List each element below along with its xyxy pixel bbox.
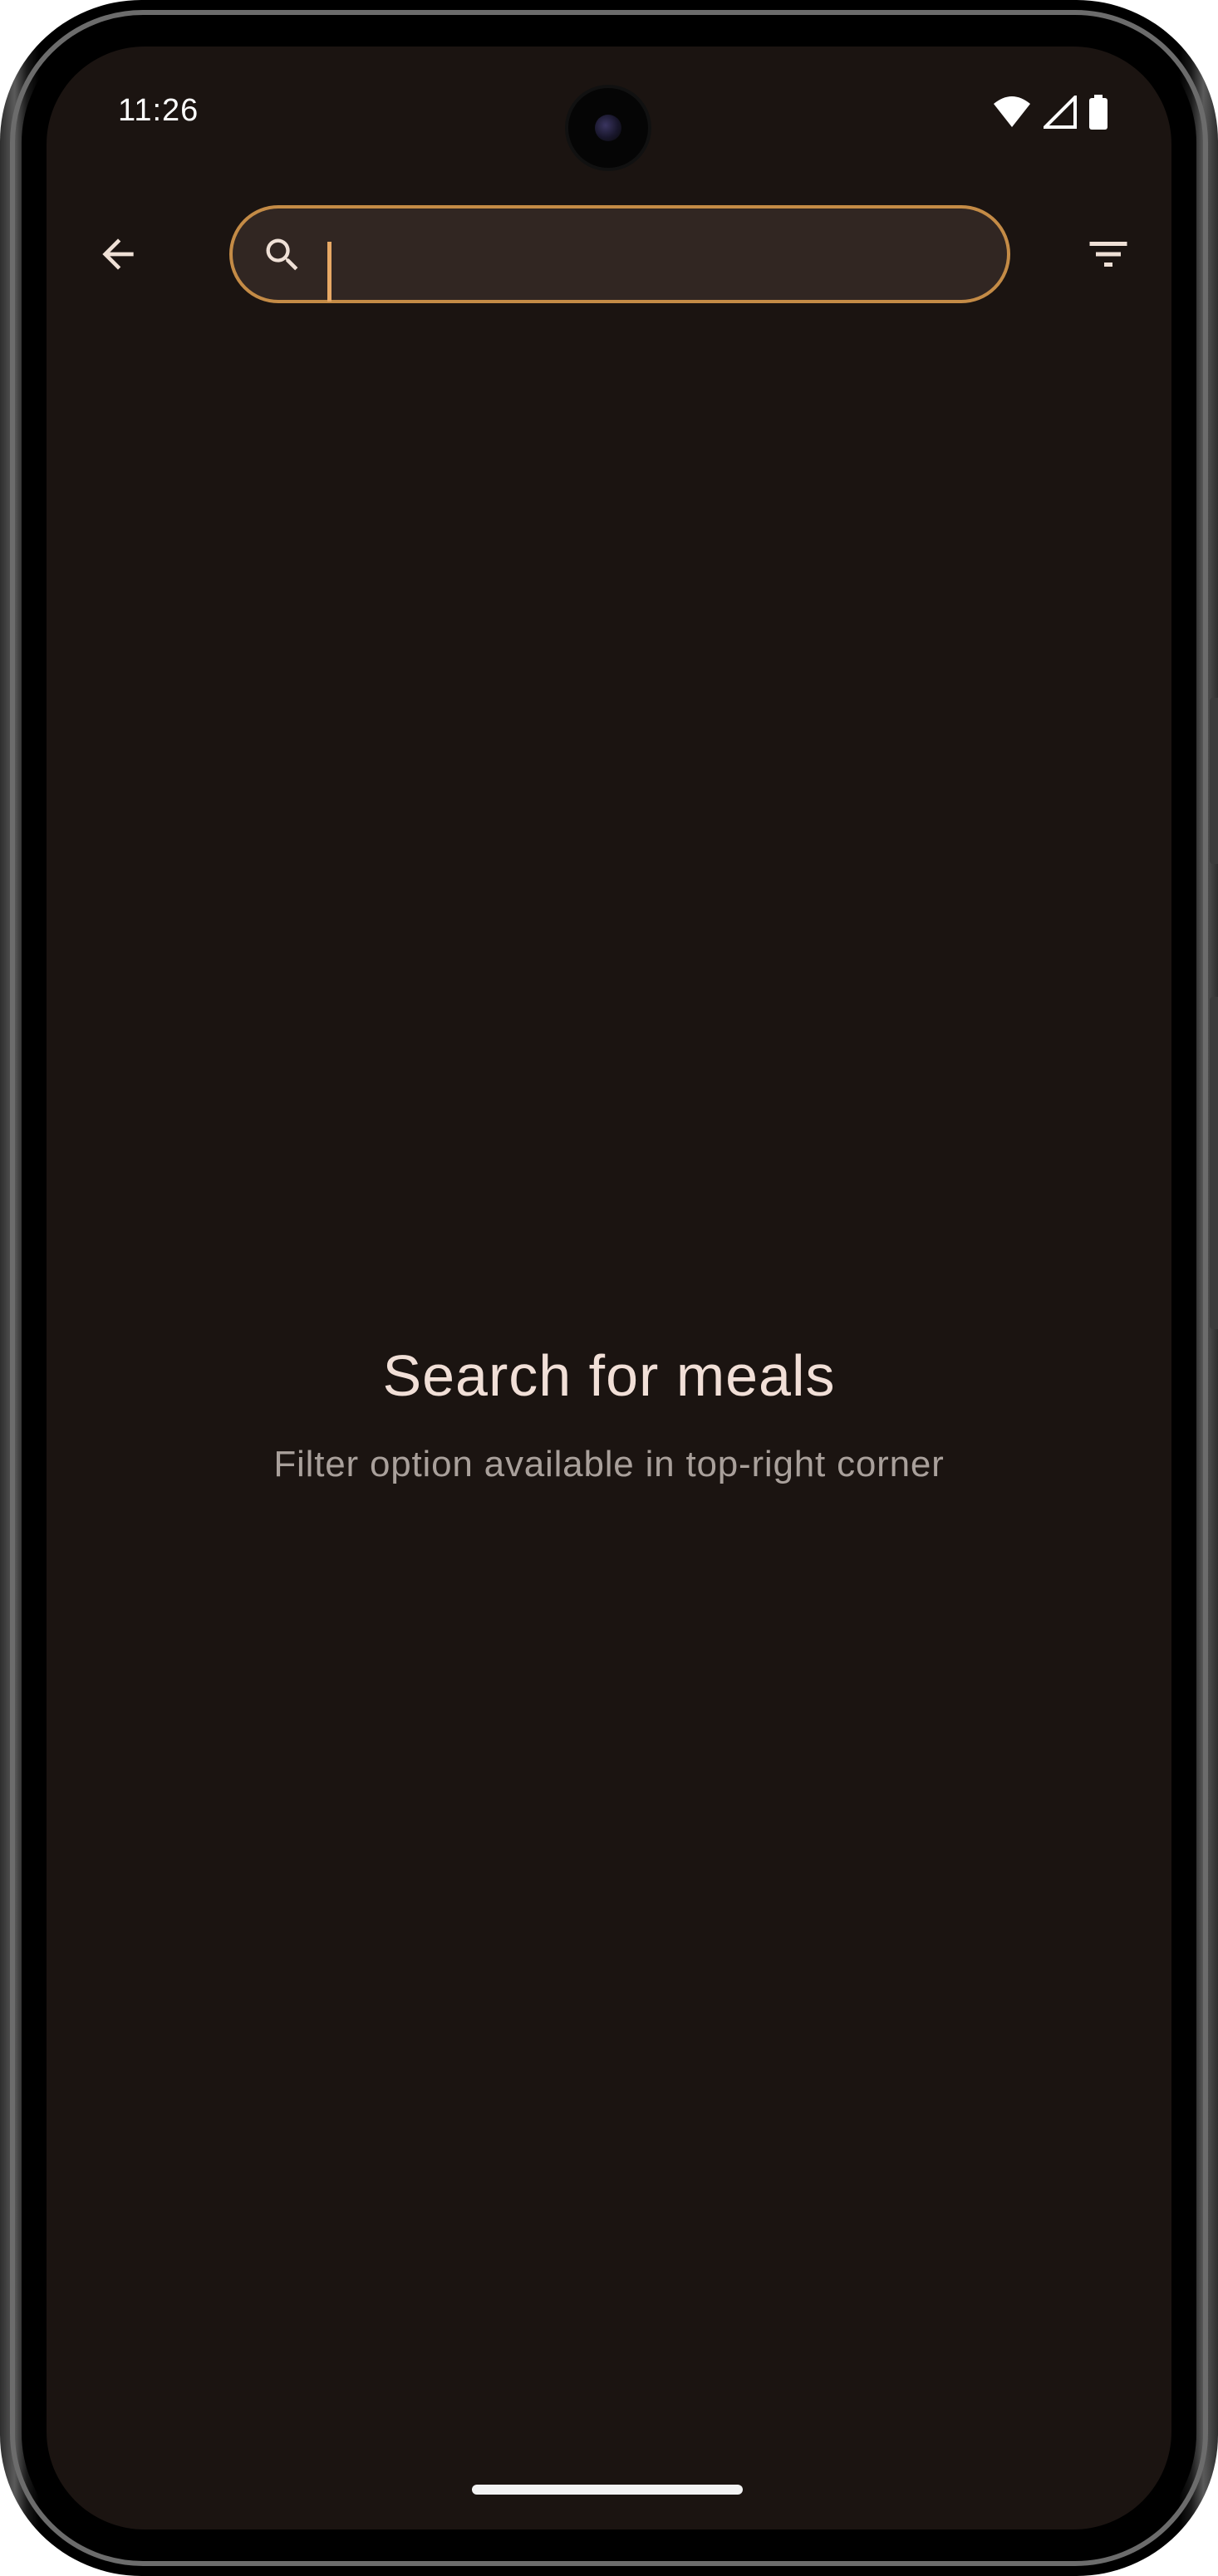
camera-lens bbox=[595, 115, 621, 141]
search-app-bar bbox=[47, 196, 1171, 312]
wifi-icon bbox=[994, 96, 1030, 127]
filter-button[interactable] bbox=[1075, 221, 1142, 287]
search-icon bbox=[266, 238, 298, 271]
phone-frame: 11:26 Search for meals Filter option ava… bbox=[0, 0, 1218, 2576]
battery-icon bbox=[1089, 95, 1107, 130]
empty-state-title: Search for meals bbox=[382, 1343, 836, 1408]
search-bar[interactable] bbox=[229, 205, 1010, 303]
text-cursor bbox=[327, 242, 332, 302]
filter-icon bbox=[1089, 242, 1127, 267]
status-icons bbox=[992, 95, 1108, 130]
app-screen: 11:26 Search for meals Filter option ava… bbox=[47, 47, 1171, 2529]
power-button bbox=[1210, 698, 1218, 864]
volume-button bbox=[1210, 997, 1218, 1329]
status-bar: 11:26 bbox=[47, 47, 1171, 179]
back-button[interactable] bbox=[88, 224, 148, 284]
home-indicator[interactable] bbox=[472, 2485, 743, 2495]
search-input[interactable] bbox=[322, 223, 970, 285]
empty-state-subtitle: Filter option available in top-right cor… bbox=[273, 1444, 945, 1484]
signal-icon bbox=[1044, 96, 1077, 129]
front-camera bbox=[568, 88, 648, 168]
empty-state: Search for meals Filter option available… bbox=[47, 1342, 1171, 1485]
arrow-back-icon bbox=[102, 238, 134, 270]
status-time: 11:26 bbox=[118, 93, 199, 128]
